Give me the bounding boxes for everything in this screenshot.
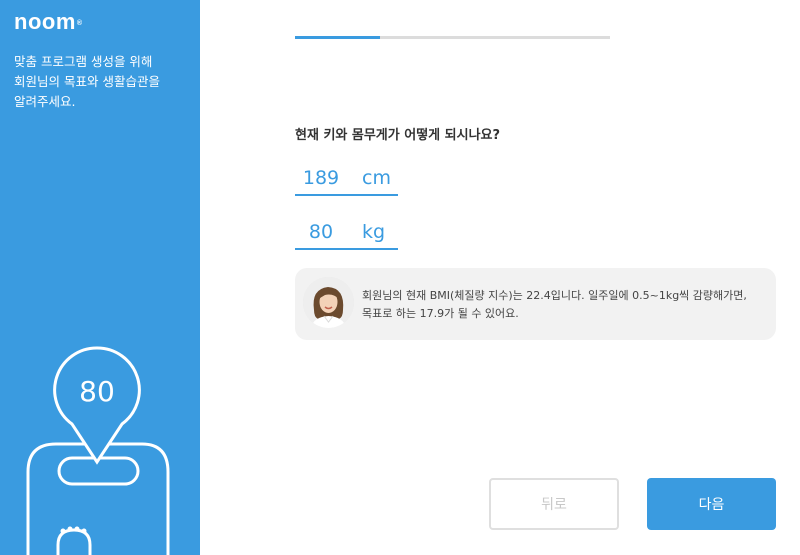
- height-unit: cm: [362, 167, 391, 189]
- sidebar: noom® 맞춤 프로그램 생성을 위해 회원님의 목표와 생활습관을 알려주세…: [0, 0, 200, 555]
- height-input[interactable]: [295, 164, 347, 192]
- progress-track: [295, 36, 610, 39]
- weight-input[interactable]: [295, 218, 347, 246]
- progress-fill: [295, 36, 381, 39]
- coach-message: 회원님의 현재 BMI(체질량 지수)는 22.4입니다. 일주일에 0.5~1…: [362, 289, 747, 320]
- weight-unit: kg: [362, 221, 386, 243]
- scale-illustration: 80: [26, 346, 170, 555]
- coach-message-box: 회원님의 현재 BMI(체질량 지수)는 22.4입니다. 일주일에 0.5~1…: [295, 268, 776, 340]
- question-title: 현재 키와 몸무게가 어떻게 되시나요?: [295, 128, 501, 143]
- next-button[interactable]: 다음: [647, 478, 776, 530]
- coach-avatar-icon: [303, 277, 354, 328]
- back-button[interactable]: 뒤로: [489, 478, 619, 530]
- foot-icon: [56, 528, 92, 555]
- scale-weight-value: 80: [79, 375, 115, 408]
- weight-field: kg: [295, 216, 398, 250]
- height-field: cm: [295, 162, 398, 196]
